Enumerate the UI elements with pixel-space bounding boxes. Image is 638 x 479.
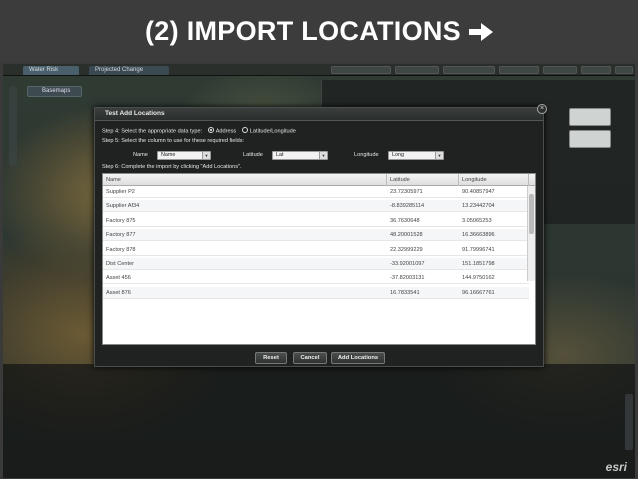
column-header-name[interactable]: Name [103, 174, 387, 186]
latlong-radio-label: Latitude/Longitude [249, 128, 296, 135]
dialog-title: Test Add Locations [105, 110, 165, 117]
table-row[interactable]: Supplier Af34 -8.839285114 13.23442704 [103, 200, 529, 213]
longitude-field-label: Longitude [354, 152, 379, 158]
dialog-titlebar: Test Add Locations [95, 108, 543, 121]
cell-name: Supplier Af34 [106, 203, 140, 210]
add-locations-button[interactable]: Add Locations [331, 352, 385, 364]
table-header: Name Latitude Longitude [103, 174, 535, 186]
address-radio-label: Address [215, 128, 237, 135]
cell-name: Factory 877 [106, 232, 136, 239]
toolbar-button[interactable] [395, 66, 439, 74]
panel-handle[interactable] [625, 394, 633, 450]
cell-latitude: 16.7833541 [390, 289, 420, 296]
risk-indicator-box[interactable] [569, 130, 611, 148]
column-header-latitude[interactable]: Latitude [387, 174, 459, 186]
name-select[interactable]: Name ▼ [157, 151, 211, 160]
latitude-field-label: Latitude [243, 152, 263, 158]
cell-longitude: 90.40857947 [462, 189, 495, 195]
cell-longitude: 91.79996741 [462, 246, 495, 253]
esri-logo: esri [605, 460, 627, 474]
basemaps-button[interactable]: Basemaps [27, 86, 82, 97]
locations-table: Name Latitude Longitude Supplier P2 23.72… [102, 173, 536, 345]
table-row[interactable]: Factory 877 48.20001528 16.36663896 [103, 229, 529, 242]
chevron-down-icon: ▼ [435, 152, 443, 159]
address-radio[interactable] [207, 127, 214, 133]
table-row[interactable]: Factory 878 22.32999229 91.79996741 [103, 244, 529, 256]
cell-name: Factory 875 [106, 217, 136, 224]
tab-projected-change[interactable]: Projected Change [89, 66, 169, 75]
tab-water-risk[interactable]: Water Risk [23, 66, 79, 75]
banner-title: (2) IMPORT LOCATIONS [145, 15, 461, 46]
longitude-select[interactable]: Long ▼ [388, 151, 444, 160]
cell-name: Asset 876 [106, 289, 131, 296]
column-header-longitude[interactable]: Longitude [459, 174, 529, 186]
cell-longitude: 3.05065253 [462, 217, 492, 224]
cell-name: Asset 456 [106, 275, 131, 282]
cell-latitude: 23.72305971 [390, 189, 423, 195]
latitude-select-value: Lat [276, 152, 284, 158]
table-row[interactable]: Asset 456 -37.82003131 144.9750162 [103, 272, 529, 285]
app-toolbar: Water Risk Projected Change [3, 64, 635, 76]
cell-latitude: 48.20001528 [390, 232, 423, 239]
cell-longitude: 16.36663896 [462, 232, 495, 239]
latlong-radio[interactable] [241, 127, 248, 133]
cell-name: Supplier P2 [106, 189, 135, 195]
name-select-value: Name [161, 152, 176, 158]
step4-label: Step 4: Select the appropriate data type… [102, 128, 203, 135]
toolbar-button[interactable] [331, 66, 391, 74]
cell-name: Factory 878 [106, 246, 136, 253]
cell-latitude: 36.7630648 [390, 217, 420, 224]
table-row[interactable]: Factory 875 36.7630648 3.05065253 [103, 215, 529, 227]
risk-indicator-box[interactable] [569, 108, 611, 126]
table-scrollbar[interactable] [527, 186, 535, 281]
add-locations-dialog: Test Add Locations × Step 4: Select the … [94, 104, 547, 367]
chevron-down-icon: ▼ [319, 152, 327, 159]
cell-latitude: -8.839285114 [390, 203, 425, 210]
chevron-down-icon: ▼ [202, 152, 210, 159]
slide: (2) IMPORT LOCATIONS Water Risk Projecte… [0, 0, 638, 479]
toolbar-button[interactable] [581, 66, 611, 74]
toolbar-button[interactable] [615, 66, 633, 74]
table-row[interactable]: Dist Center -33.92001097 151.1851798 [103, 258, 529, 270]
cell-latitude: 22.32999229 [390, 246, 423, 253]
cell-longitude: 144.9750162 [462, 275, 495, 282]
banner: (2) IMPORT LOCATIONS [0, 0, 638, 62]
site-categories-panel [3, 364, 635, 478]
step4-row: Step 4: Select the appropriate data type… [102, 127, 296, 135]
cell-name: Dist Center [106, 261, 134, 267]
table-row[interactable]: Asset 876 16.7833541 96.16667761 [103, 286, 529, 299]
name-field-label: Name [133, 152, 148, 158]
zoom-slider[interactable] [9, 86, 17, 166]
cell-latitude: -33.92001097 [390, 261, 425, 267]
table-row[interactable]: Supplier P2 23.72305971 90.40857947 [103, 186, 529, 198]
cell-longitude: 96.16667761 [462, 289, 495, 296]
latitude-select[interactable]: Lat ▼ [272, 151, 328, 160]
close-icon[interactable]: × [537, 104, 547, 114]
reset-button[interactable]: Reset [255, 352, 287, 364]
toolbar-button[interactable] [443, 66, 495, 74]
cell-longitude: 151.1851798 [462, 261, 495, 267]
cell-latitude: -37.82003131 [390, 275, 425, 282]
cell-longitude: 13.23442704 [462, 203, 495, 210]
step6-label: Step 6: Complete the import by clicking … [102, 164, 242, 170]
scrollbar-thumb[interactable] [529, 194, 534, 234]
right-arrow-icon [469, 23, 493, 41]
toolbar-button[interactable] [543, 66, 577, 74]
step5-label: Step 5: Select the column to use for the… [102, 138, 245, 144]
toolbar-button[interactable] [499, 66, 539, 74]
cancel-button[interactable]: Cancel [293, 352, 327, 364]
longitude-select-value: Long [392, 152, 404, 158]
